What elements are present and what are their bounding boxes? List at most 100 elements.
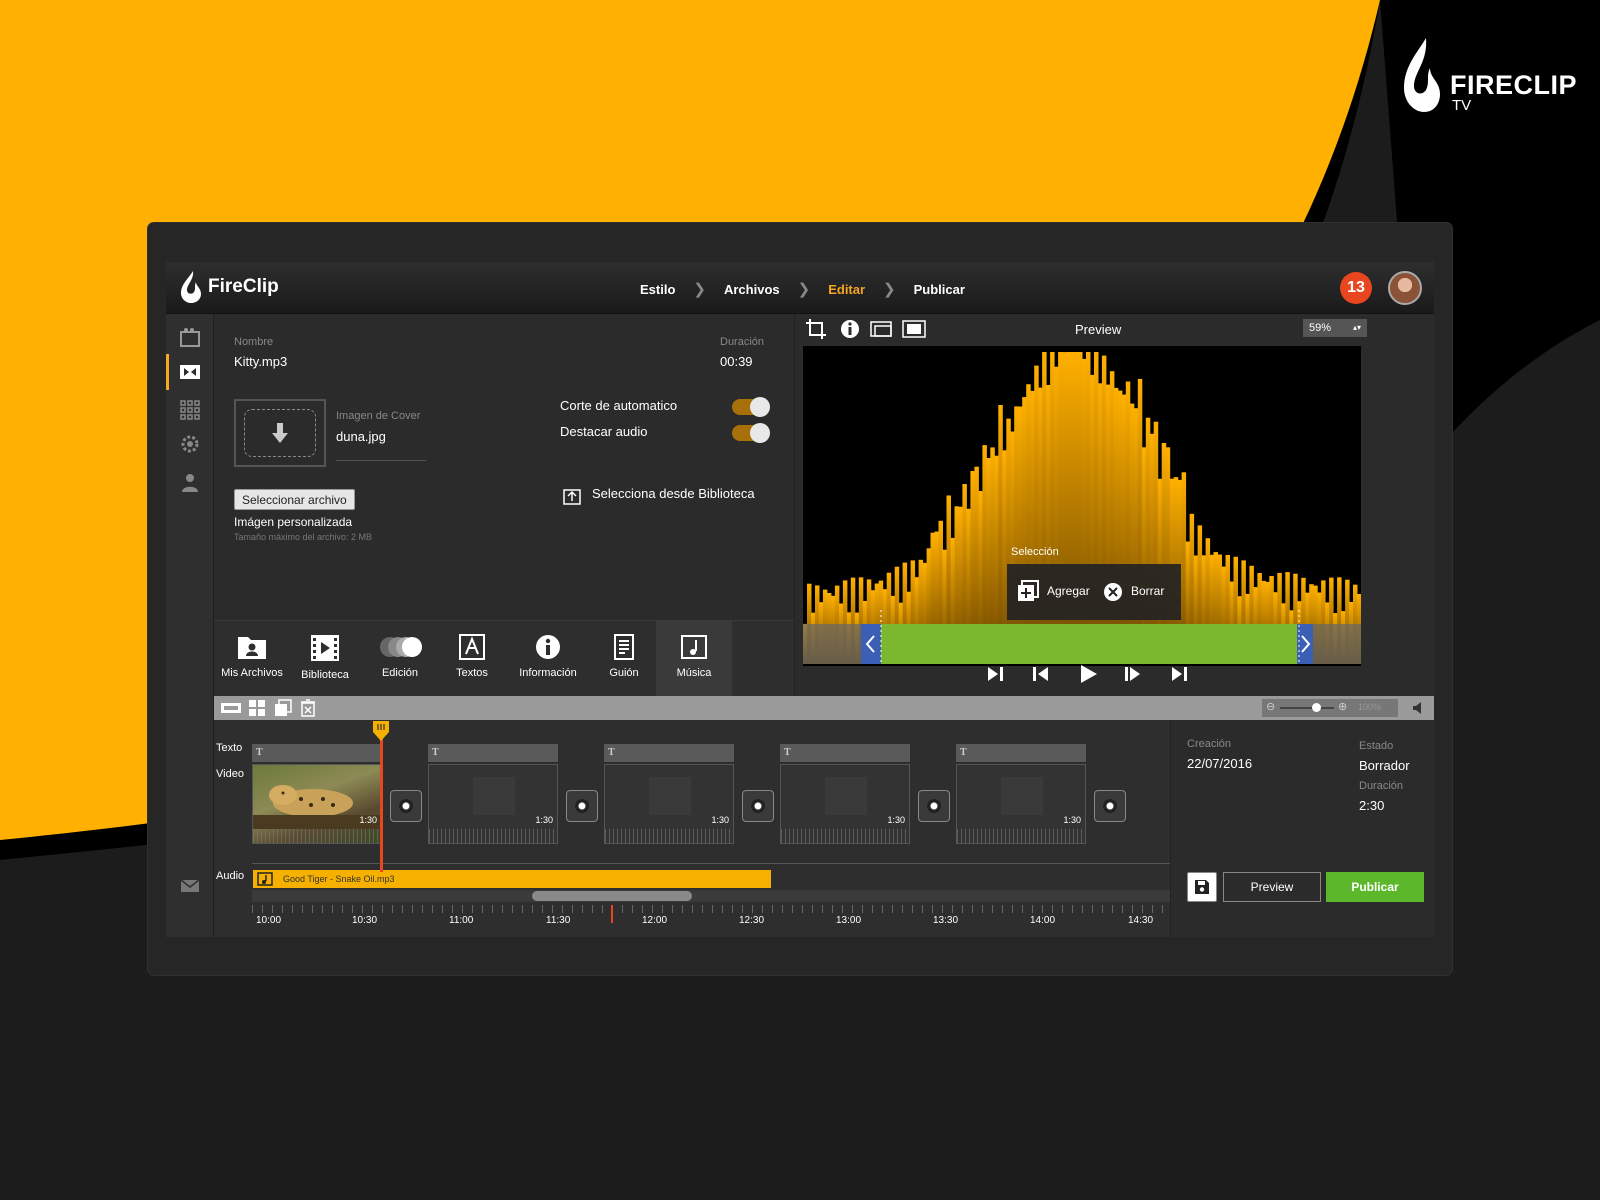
- text-a-icon: [459, 634, 485, 660]
- empty-clip-icon: [1001, 777, 1043, 815]
- waveform-bar: [1097, 383, 1103, 664]
- tab-edicion[interactable]: Edición: [360, 621, 440, 697]
- text-clip[interactable]: T: [956, 744, 1086, 762]
- selection-left-handle[interactable]: [861, 624, 881, 664]
- step-forward-icon[interactable]: [1123, 664, 1143, 684]
- zoom-slider[interactable]: ⊖ ⊕ 100%: [1262, 699, 1398, 717]
- custom-image-label: Imágen personalizada: [234, 515, 353, 529]
- text-clip[interactable]: T: [252, 744, 382, 762]
- crop-icon[interactable]: [805, 318, 827, 340]
- transition-button[interactable]: [390, 790, 422, 822]
- film-settings-icon[interactable]: [178, 326, 202, 350]
- zoom-select[interactable]: 59% ▴▾: [1303, 319, 1367, 337]
- zoom-value: 100%: [1358, 702, 1382, 712]
- preview-title: Preview: [1075, 322, 1122, 337]
- step-back-icon[interactable]: [1031, 664, 1051, 684]
- aspect-ratio-icon[interactable]: [869, 318, 895, 340]
- video-clip[interactable]: 1:30: [780, 764, 910, 844]
- waveform-bar: [1113, 387, 1119, 664]
- step-publicar[interactable]: Publicar: [914, 282, 965, 297]
- zoom-out-icon[interactable]: ⊖: [1266, 700, 1275, 713]
- save-button[interactable]: [1187, 872, 1217, 902]
- video-clip[interactable]: 1:30: [956, 764, 1086, 844]
- volume-icon[interactable]: [1410, 699, 1428, 717]
- transition-button[interactable]: [566, 790, 598, 822]
- channel-badge[interactable]: 13: [1340, 272, 1372, 304]
- playhead[interactable]: [380, 726, 383, 872]
- play-icon[interactable]: [1077, 663, 1099, 685]
- time-ruler: 10:00 10:30 11:00 11:30 12:00 12:30 13:0…: [252, 905, 1168, 935]
- tab-textos[interactable]: Textos: [440, 621, 504, 697]
- grid-icon[interactable]: [178, 398, 202, 422]
- waveform-canvas[interactable]: Selección Agregar Borrar: [803, 346, 1361, 666]
- flame-logo-icon: [181, 271, 201, 303]
- cover-dropzone[interactable]: [234, 399, 326, 467]
- video-clip[interactable]: 1:30: [428, 764, 558, 844]
- preview-button[interactable]: Preview: [1223, 872, 1321, 902]
- tab-guion[interactable]: Guión: [592, 621, 656, 697]
- zoom-slider-knob[interactable]: [1312, 703, 1321, 712]
- row-label-texto: Texto: [216, 742, 243, 754]
- split-icon[interactable]: [248, 699, 266, 717]
- waveform-bar: [1137, 378, 1143, 664]
- fullscreen-icon[interactable]: [901, 318, 927, 340]
- step-estilo[interactable]: Estilo: [640, 282, 675, 297]
- auto-cut-toggle[interactable]: [732, 397, 770, 417]
- transition-button[interactable]: [918, 790, 950, 822]
- created-label: Creación: [1187, 738, 1232, 750]
- transition-button[interactable]: [1094, 790, 1126, 822]
- rail-active-indicator: [166, 354, 169, 390]
- waveform-bar: [1105, 384, 1111, 664]
- created-value: 22/07/2016: [1187, 756, 1253, 771]
- app-logo[interactable]: FireClip: [178, 270, 279, 304]
- highlight-audio-toggle[interactable]: [732, 423, 770, 443]
- timeline-scrollbar[interactable]: [252, 890, 1170, 902]
- auto-cut-label: Corte de automatico: [560, 398, 678, 413]
- tab-musica[interactable]: Música: [656, 621, 732, 697]
- text-clip[interactable]: T: [604, 744, 734, 762]
- editor-icon[interactable]: [178, 360, 202, 384]
- text-clip[interactable]: T: [428, 744, 558, 762]
- delete-button[interactable]: Borrar: [1131, 584, 1164, 598]
- mail-icon[interactable]: [178, 874, 202, 898]
- skip-back-icon[interactable]: [985, 664, 1005, 684]
- library-link[interactable]: Selecciona desde Biblioteca: [592, 486, 755, 501]
- trash-icon[interactable]: [300, 699, 316, 717]
- ratio-icon[interactable]: [220, 700, 242, 716]
- chevron-right-icon: ❯: [797, 281, 811, 298]
- transition-button[interactable]: [742, 790, 774, 822]
- max-size-hint: Tamaño máximo del archivo: 2 MB: [234, 532, 373, 542]
- audio-track[interactable]: Good Tiger - Snake Oil.mp3: [253, 870, 771, 888]
- scrollbar-thumb[interactable]: [532, 891, 692, 901]
- video-clip[interactable]: 1:30: [604, 764, 734, 844]
- publish-button[interactable]: Publicar: [1326, 872, 1424, 902]
- cover-value: duna.jpg: [336, 429, 386, 444]
- skip-forward-icon[interactable]: [1169, 664, 1189, 684]
- waveform-bar: [1026, 384, 1031, 664]
- duplicate-icon[interactable]: [274, 699, 292, 717]
- step-editar[interactable]: Editar: [828, 282, 865, 297]
- tab-mis-archivos[interactable]: Mis Archivos: [214, 621, 290, 697]
- playhead-handle-icon[interactable]: [372, 720, 390, 742]
- add-icon[interactable]: [1017, 580, 1039, 602]
- info-icon[interactable]: [839, 318, 861, 340]
- gear-icon[interactable]: [178, 432, 202, 456]
- avatar[interactable]: [1388, 271, 1422, 305]
- text-clip[interactable]: T: [780, 744, 910, 762]
- upload-library-icon[interactable]: [562, 486, 582, 506]
- video-clip[interactable]: 1:30: [252, 764, 382, 844]
- save-icon: [1195, 880, 1209, 894]
- step-archivos[interactable]: Archivos: [724, 282, 780, 297]
- preview-panel: Preview 59% ▴▾ Selección Agregar Borrar: [794, 314, 1434, 696]
- add-button[interactable]: Agregar: [1047, 584, 1090, 598]
- zoom-in-icon[interactable]: ⊕: [1338, 700, 1347, 713]
- logo-text: FireClip: [208, 276, 279, 297]
- tab-informacion[interactable]: Información: [504, 621, 592, 697]
- tab-biblioteca[interactable]: Biblioteca: [290, 621, 360, 697]
- select-file-button[interactable]: Seleccionar archivo: [234, 489, 355, 510]
- ruler-current-marker: [611, 905, 613, 923]
- waveform-bar: [1030, 390, 1035, 664]
- divider: [252, 863, 1170, 864]
- close-circle-icon[interactable]: [1103, 582, 1123, 602]
- user-icon[interactable]: [178, 470, 202, 494]
